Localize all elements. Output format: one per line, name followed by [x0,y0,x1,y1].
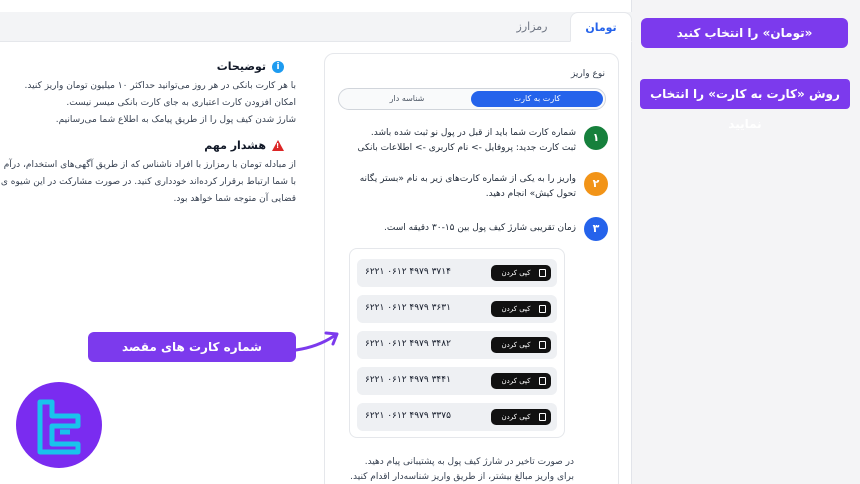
deposit-method-selector: کارت به کارت شناسه دار [338,88,606,110]
step-text: شماره کارت شما باید از قبل در پول نو ثبت… [357,126,576,156]
step-line: زمان تقریبی شارژ کیف پول بین ۱۵-۳۰ دقیقه… [384,223,576,233]
step-3: ۳ زمان تقریبی شارژ کیف پول بین ۱۵-۳۰ دقی… [333,217,608,241]
card-row: ۶۲۲۱ ۰۶۱۲ ۴۹۷۹ ۳۴۸۲ کپی کردن [357,331,557,359]
info-panel: i توضیحات با هر کارت بانکی در هر روز می‌… [0,60,308,204]
card-row: ۶۲۲۱ ۰۶۱۲ ۴۹۷۹ ۳۳۷۵ کپی کردن [357,403,557,431]
step-badge: ۱ [584,126,608,150]
description-line: شارژ شدن کیف پول را از طریق پیامک به اطل… [55,115,296,125]
warning-line: از مبادله تومان با رمزارز با افراد ناشنا… [3,160,296,170]
warning-title: هشدار مهم [204,139,266,152]
step-text: زمان تقریبی شارژ کیف پول بین ۱۵-۳۰ دقیقه… [384,217,576,236]
warning-line: قضایی آن متوجه شما خواهد بود. [173,194,296,204]
copy-icon [539,269,546,277]
card-number: ۶۲۲۱ ۰۶۱۲ ۴۹۷۹ ۳۷۱۴ [365,267,451,277]
card-number: ۶۲۲۱ ۰۶۱۲ ۴۹۷۹ ۳۴۸۲ [365,339,451,349]
step-line: شماره کارت شما باید از قبل در پول نو ثبت… [370,128,576,138]
step-line: تحول کیش» انجام دهید. [485,189,576,199]
method-card-to-card[interactable]: کارت به کارت [471,91,603,107]
brand-logo [16,382,102,468]
footer-line: برای واریز مبالغ بیشتر، از طریق واریز شن… [350,472,574,482]
method-id-deposit[interactable]: شناسه دار [341,91,473,107]
annotation-select-method: روش «کارت به کارت» را انتخاب نمایید [640,79,850,131]
deposit-card: نوع واریز کارت به کارت شناسه دار ۱ شماره… [324,53,619,484]
step-badge: ۲ [584,172,608,196]
copy-label: کپی کردن [501,413,531,421]
description-line: با هر کارت بانکی در هر روز می‌توانید حدا… [24,81,296,91]
annotation-select-toman: «تومان» را انتخاب کنید [641,18,848,48]
step-line: واریز را به یکی از شماره کارت‌های زیر به… [359,174,576,184]
copy-button[interactable]: کپی کردن [491,373,551,389]
copy-button[interactable]: کپی کردن [491,301,551,317]
card-number: ۶۲۲۱ ۰۶۱۲ ۴۹۷۹ ۳۳۷۵ [365,411,451,421]
step-line: ثبت کارت جدید: پروفایل -> نام کاربری -> … [357,143,576,153]
copy-button[interactable]: کپی کردن [491,265,551,281]
tab-crypto[interactable]: رمزارز [498,12,566,42]
warning-heading: ! هشدار مهم [0,139,284,152]
step-2: ۲ واریز را به یکی از شماره کارت‌های زیر … [333,172,608,202]
arrow-icon [294,331,339,352]
info-icon: i [272,60,284,73]
card-number: ۶۲۲۱ ۰۶۱۲ ۴۹۷۹ ۳۴۴۱ [365,375,451,385]
logo-mark [37,399,81,455]
description-line: امکان افزودن کارت اعتباری به جای کارت با… [66,98,296,108]
copy-icon [539,377,546,385]
copy-icon [539,413,546,421]
copy-icon [539,341,546,349]
tab-toman[interactable]: تومان [570,12,632,42]
copy-label: کپی کردن [501,341,531,349]
currency-tabs: تومان رمزارز [0,12,632,42]
step-badge: ۳ [584,217,608,241]
footer-note: در صورت تاخیر در شارژ کیف پول به پشتیبان… [350,455,574,484]
card-row: ۶۲۲۱ ۰۶۱۲ ۴۹۷۹ ۳۴۴۱ کپی کردن [357,367,557,395]
card-row: ۶۲۲۱ ۰۶۱۲ ۴۹۷۹ ۳۷۱۴ کپی کردن [357,259,557,287]
copy-button[interactable]: کپی کردن [491,337,551,353]
annotation-destination-cards: شماره کارت های مقصد [88,332,296,362]
card-number-list: ۶۲۲۱ ۰۶۱۲ ۴۹۷۹ ۳۷۱۴ کپی کردن ۶۲۲۱ ۰۶۱۲ ۴… [349,248,565,438]
copy-button[interactable]: کپی کردن [491,409,551,425]
copy-label: کپی کردن [501,377,531,385]
warning-icon: ! [272,140,284,151]
card-row: ۶۲۲۱ ۰۶۱۲ ۴۹۷۹ ۳۶۳۱ کپی کردن [357,295,557,323]
deposit-type-label: نوع واریز [570,69,605,79]
copy-label: کپی کردن [501,305,531,313]
step-text: واریز را به یکی از شماره کارت‌های زیر به… [360,172,576,202]
description-heading: i توضیحات [0,60,284,73]
copy-label: کپی کردن [501,269,531,277]
warning-line: با شما ارتباط برقرار کرده‌اند خودداری کن… [0,177,296,187]
copy-icon [539,305,546,313]
card-number: ۶۲۲۱ ۰۶۱۲ ۴۹۷۹ ۳۶۳۱ [365,303,451,313]
footer-line: در صورت تاخیر در شارژ کیف پول به پشتیبان… [364,457,574,467]
step-1: ۱ شماره کارت شما باید از قبل در پول نو ث… [333,126,608,156]
description-title: توضیحات [216,60,266,73]
